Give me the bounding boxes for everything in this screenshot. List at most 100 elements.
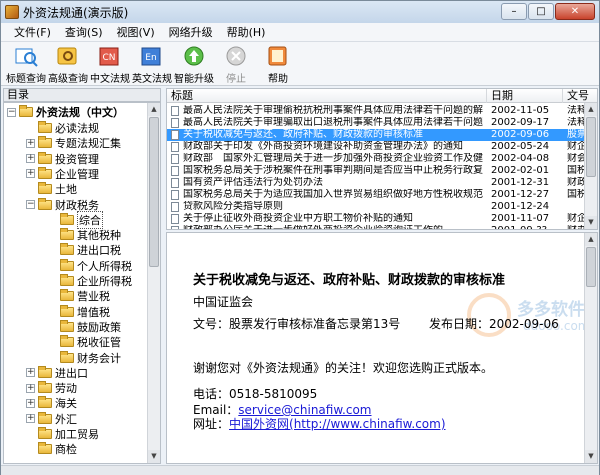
english-laws-button[interactable]: En 英文法规 (131, 42, 173, 85)
menu-network-upgrade[interactable]: 网络升级 (162, 24, 220, 40)
expand-icon[interactable]: + (26, 414, 35, 424)
collapse-icon[interactable]: − (26, 200, 35, 209)
list-row[interactable]: 财政部关于印发《外商投资环境建设补助资金管理办法》的通知 2002-05-24 财企 (167, 141, 585, 153)
menu-view[interactable]: 视图(V) (110, 24, 162, 40)
menu-query[interactable]: 查询(S) (58, 24, 110, 40)
tree-item[interactable]: 进出口税 (48, 243, 121, 257)
tree-item[interactable]: 税收征管 (48, 335, 121, 349)
tree-item[interactable]: + 专题法规汇集 (26, 136, 121, 150)
tree-item[interactable]: 商检 (26, 442, 77, 456)
website-link[interactable]: 中国外资网(http://www.chinafiw.com) (229, 417, 446, 431)
tree-item-label: 其他税种 (77, 229, 121, 243)
tree-item[interactable]: + 海关 (26, 396, 77, 410)
folder-icon (60, 258, 74, 271)
cell-date: 2001-12-27 (491, 189, 550, 200)
column-date[interactable]: 日期 (487, 89, 563, 103)
menu-bar: 文件(F) 查询(S) 视图(V) 网络升级 帮助(H) (1, 23, 599, 42)
list-row[interactable]: 关于停止征收外商投资企业中方职工物价补贴的通知 2001-11-07 财企 (167, 213, 585, 225)
tree-item[interactable]: + 投资管理 (26, 151, 99, 166)
cell-doc-no: 国税 (567, 165, 585, 176)
tree-item[interactable]: 营业税 (48, 289, 110, 303)
list-row[interactable]: 贷款风险分类指导原则 2001-12-24 (167, 201, 585, 213)
expand-icon[interactable]: + (26, 383, 35, 393)
scroll-down-icon[interactable]: ▼ (148, 450, 160, 463)
scroll-up-icon[interactable]: ▲ (148, 103, 160, 116)
cell-doc-no: 财企 (567, 213, 585, 224)
tree-item[interactable]: 加工贸易 (26, 427, 99, 441)
tree-item-label: 企业所得税 (77, 275, 132, 288)
tree-item-label: 营业税 (77, 290, 110, 304)
title-bar[interactable]: 外资法规通(演示版) – □ ✕ (1, 1, 599, 23)
title-search-button[interactable]: 标题查询 (5, 42, 47, 85)
tree-item[interactable]: 企业所得税 (48, 274, 132, 288)
tree-item[interactable]: + 外汇 (26, 411, 77, 426)
tree-item[interactable]: 必读法规 (26, 121, 99, 135)
cell-date: 2002-02-01 (491, 165, 550, 176)
tree-item[interactable]: 鼓励政策 (48, 319, 121, 334)
help-button[interactable]: 帮助 (257, 42, 299, 85)
tree-item[interactable]: + 进出口 (26, 365, 88, 380)
collapse-icon[interactable]: − (7, 107, 16, 117)
scroll-thumb[interactable] (586, 117, 596, 177)
folder-icon (60, 319, 74, 332)
window-controls: – □ ✕ (501, 3, 595, 20)
expand-icon[interactable]: + (26, 138, 35, 148)
list-row[interactable]: 国家税务总局关于为适应我国加入世界贸易组织做好地方性税收规范性... 2001-1… (167, 189, 585, 201)
tree-item[interactable]: 个人所得税 (48, 258, 132, 273)
stop-button[interactable]: 停止 (215, 42, 257, 85)
tree-scrollbar[interactable]: ▲ ▼ (147, 103, 160, 463)
maximize-button[interactable]: □ (528, 3, 554, 20)
column-doc-no[interactable]: 文号 (563, 89, 597, 103)
tree-item-label: 增值税 (77, 305, 110, 319)
directory-header: 目录 (3, 88, 161, 102)
tree-item[interactable]: + 劳动 (26, 381, 77, 395)
scroll-down-icon[interactable]: ▼ (585, 450, 597, 463)
expand-icon[interactable]: + (26, 169, 35, 179)
chinese-laws-button[interactable]: CN 中文法规 (89, 42, 131, 85)
document-issuer: 中国证监会 (193, 295, 254, 309)
menu-file[interactable]: 文件(F) (7, 24, 58, 40)
smart-upgrade-button[interactable]: 智能升级 (173, 42, 215, 85)
scroll-thumb[interactable] (149, 117, 159, 267)
advanced-search-button[interactable]: 高级查询 (47, 42, 89, 85)
expand-icon[interactable]: + (26, 154, 35, 164)
thanks-message: 谢谢您对《外资法规通》的关注！欢迎您选购正式版本。 (193, 361, 494, 375)
document-viewer: 多多软件站 ddooo.com 关于税收减免与返还、政府补贴、财政拨款的审核标准… (166, 232, 598, 464)
expand-icon[interactable]: + (26, 368, 35, 378)
tree-item-label: 综合 (77, 210, 103, 229)
close-button[interactable]: ✕ (555, 3, 595, 20)
list-row[interactable]: 关于税收减免与返还、政府补贴、财政拨款的审核标准 2002-09-06 股票 (167, 129, 585, 141)
tree-item[interactable]: + 企业管理 (26, 166, 99, 181)
scroll-down-icon[interactable]: ▼ (585, 216, 597, 229)
directory-tree[interactable]: − 外资法规（中文） 必读法规 + 专题法规汇集 + 投资管理 + 企业管理 土地 − 财政税务综… (3, 102, 161, 464)
document-icon (171, 166, 179, 176)
cell-doc-no: 法释 (567, 105, 585, 116)
list-row[interactable]: 财政部 国家外汇管理局关于进一步加强外商投资企业验资工作及健全... 2002-0… (167, 153, 585, 165)
minimize-button[interactable]: – (501, 3, 527, 20)
expand-icon[interactable]: + (26, 398, 35, 408)
list-row[interactable]: 最高人民法院关于审理骗取出口退税刑事案件具体应用法律若干问题的... 2002-0… (167, 117, 585, 129)
tree-item[interactable]: 其他税种 (48, 228, 121, 242)
tree-root[interactable]: − 外资法规（中文） (7, 105, 124, 119)
list-row[interactable]: 最高人民法院关于审理偷税抗税刑事案件具体应用法律若干问题的解释 2002-11-0… (167, 105, 585, 117)
menu-help[interactable]: 帮助(H) (220, 24, 273, 40)
tree-item-label: 进出口 (55, 366, 88, 380)
cell-date: 2002-09-17 (491, 117, 550, 128)
scroll-up-icon[interactable]: ▲ (585, 103, 597, 116)
cell-date: 2002-04-08 (491, 153, 550, 164)
scroll-thumb[interactable] (586, 247, 596, 287)
tree-item[interactable]: 综合 (48, 210, 103, 229)
viewer-scrollbar[interactable]: ▲ ▼ (584, 233, 597, 463)
list-row[interactable]: 财政部办公厅关于进一步做好外商投资企业验资询证工作的... 2001-09-?? 财… (167, 225, 585, 229)
scroll-up-icon[interactable]: ▲ (585, 233, 597, 246)
list-row[interactable]: 国有资产评估违法行为处罚办法 2001-12-31 财政 (167, 177, 585, 189)
list-scrollbar[interactable]: ▲ ▼ (584, 103, 597, 229)
tree-item[interactable]: − 财政税务 (26, 197, 99, 212)
tree-item-label: 必读法规 (55, 122, 99, 135)
tree-item[interactable]: 土地 (26, 182, 77, 196)
list-row[interactable]: 国家税务总局关于涉税案件在刑事审判期间是否应当中止税务行政复议... 2002-0… (167, 165, 585, 177)
app-window: 外资法规通(演示版) – □ ✕ 文件(F) 查询(S) 视图(V) 网络升级 … (0, 0, 600, 475)
tree-item[interactable]: 增值税 (48, 304, 110, 319)
tree-item[interactable]: 财务会计 (48, 350, 121, 365)
column-title[interactable]: 标题 (167, 89, 487, 103)
